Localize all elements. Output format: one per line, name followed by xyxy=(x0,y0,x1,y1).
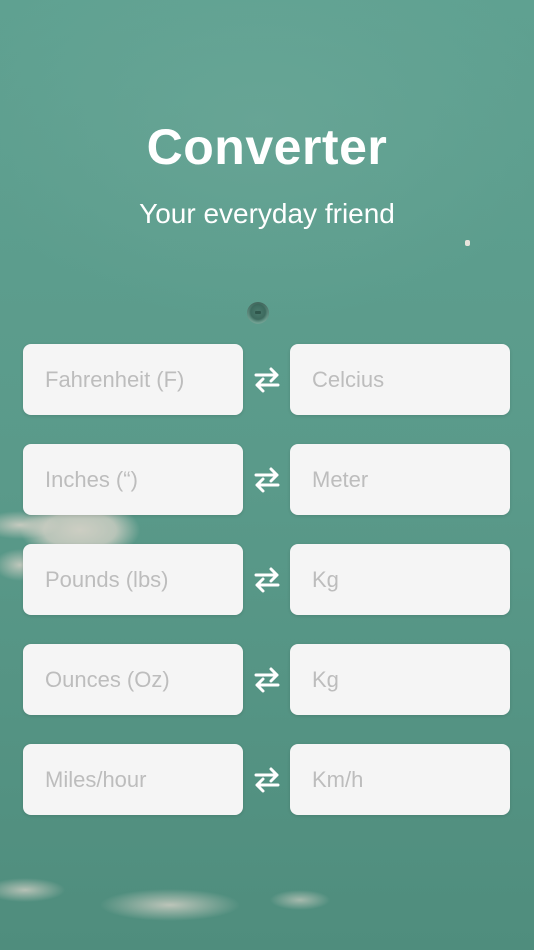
kg-input-pounds[interactable] xyxy=(290,544,510,615)
conversion-row-temperature xyxy=(23,344,511,415)
inches-input[interactable] xyxy=(23,444,243,515)
conversion-list xyxy=(23,344,511,844)
swap-arrows-icon[interactable] xyxy=(252,466,282,494)
app-subtitle: Your everyday friend xyxy=(139,198,395,229)
conversion-row-weight-pounds xyxy=(23,544,511,615)
km-per-hour-input[interactable] xyxy=(290,744,510,815)
swap-arrows-icon[interactable] xyxy=(252,566,282,594)
miles-per-hour-input[interactable] xyxy=(23,744,243,815)
meter-input[interactable] xyxy=(290,444,510,515)
conversion-row-weight-ounces xyxy=(23,644,511,715)
kg-input-ounces[interactable] xyxy=(290,644,510,715)
celcius-input[interactable] xyxy=(290,344,510,415)
fahrenheit-input[interactable] xyxy=(23,344,243,415)
app-title: Converter xyxy=(146,119,388,175)
swap-arrows-icon[interactable] xyxy=(252,766,282,794)
swap-arrows-icon[interactable] xyxy=(252,666,282,694)
pounds-input[interactable] xyxy=(23,544,243,615)
header: Converter Your everyday friend xyxy=(0,112,534,232)
paint-fleck-decoration xyxy=(465,240,470,246)
wall-screw-decoration xyxy=(247,302,269,324)
swap-arrows-icon[interactable] xyxy=(252,366,282,394)
conversion-row-length xyxy=(23,444,511,515)
conversion-row-speed xyxy=(23,744,511,815)
ounces-input[interactable] xyxy=(23,644,243,715)
